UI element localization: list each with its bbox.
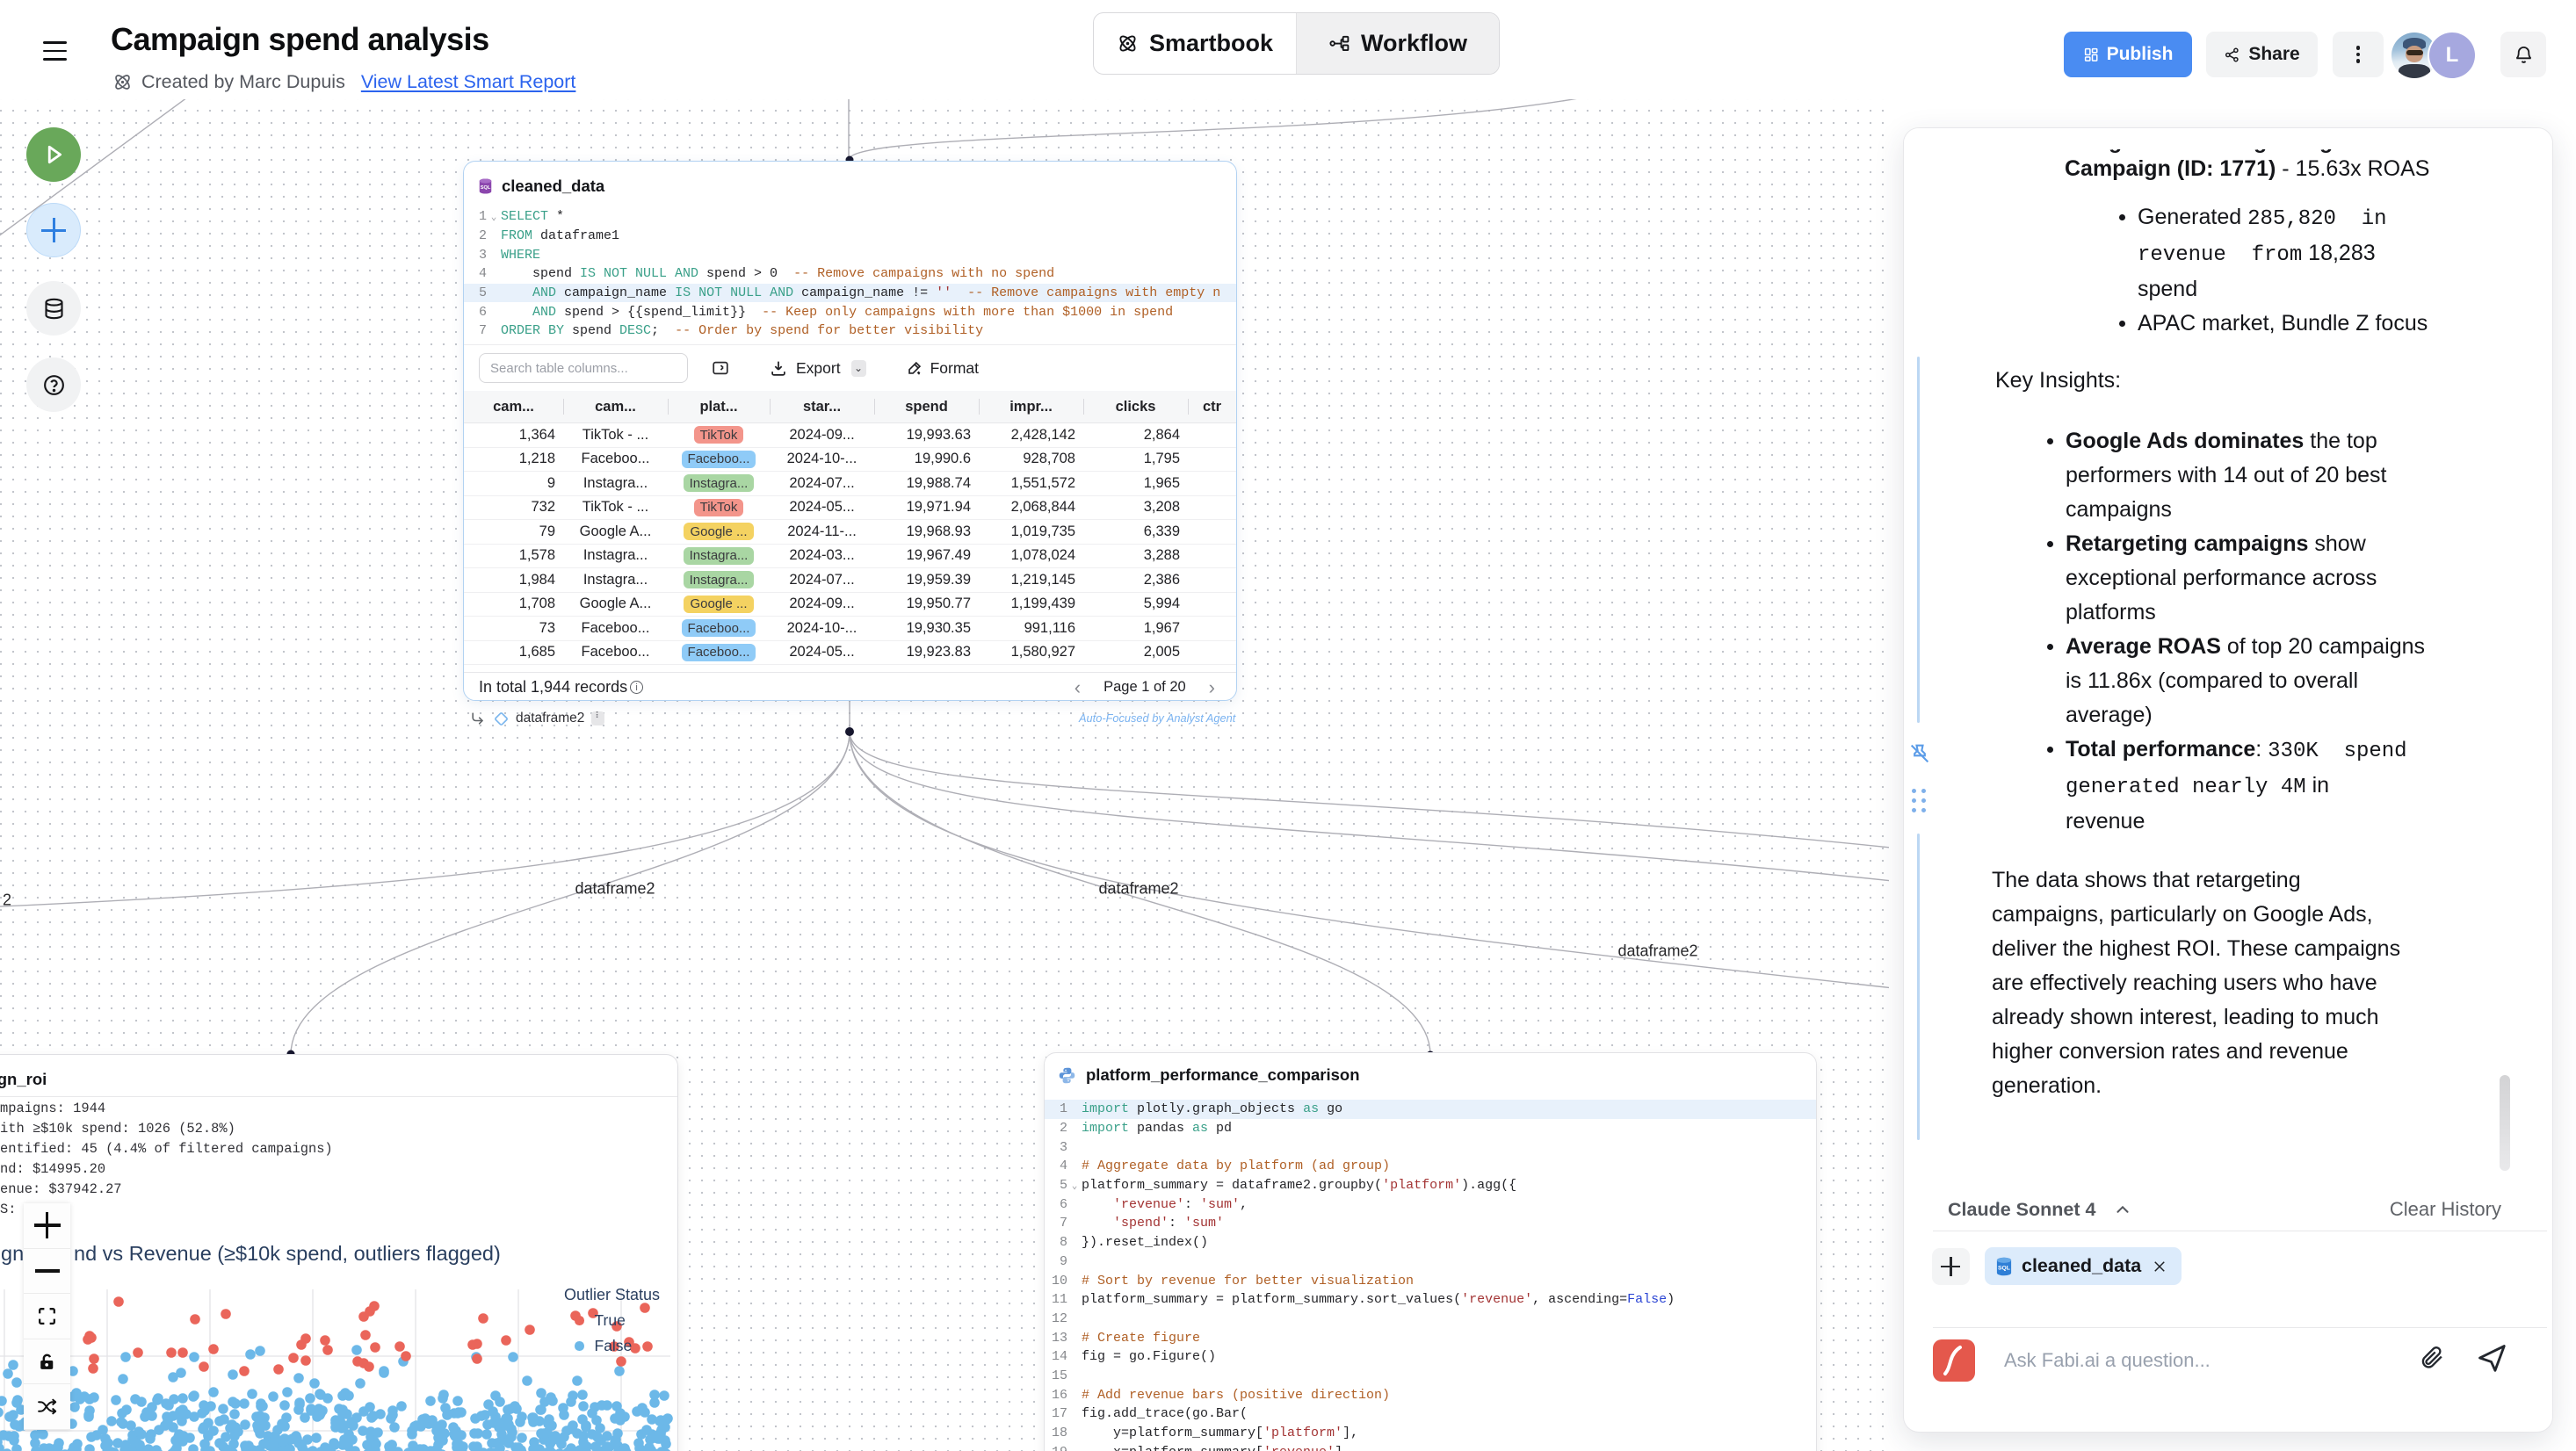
svg-text:SQL: SQL <box>481 185 491 191</box>
svg-text:SQL: SQL <box>1998 1265 2010 1271</box>
